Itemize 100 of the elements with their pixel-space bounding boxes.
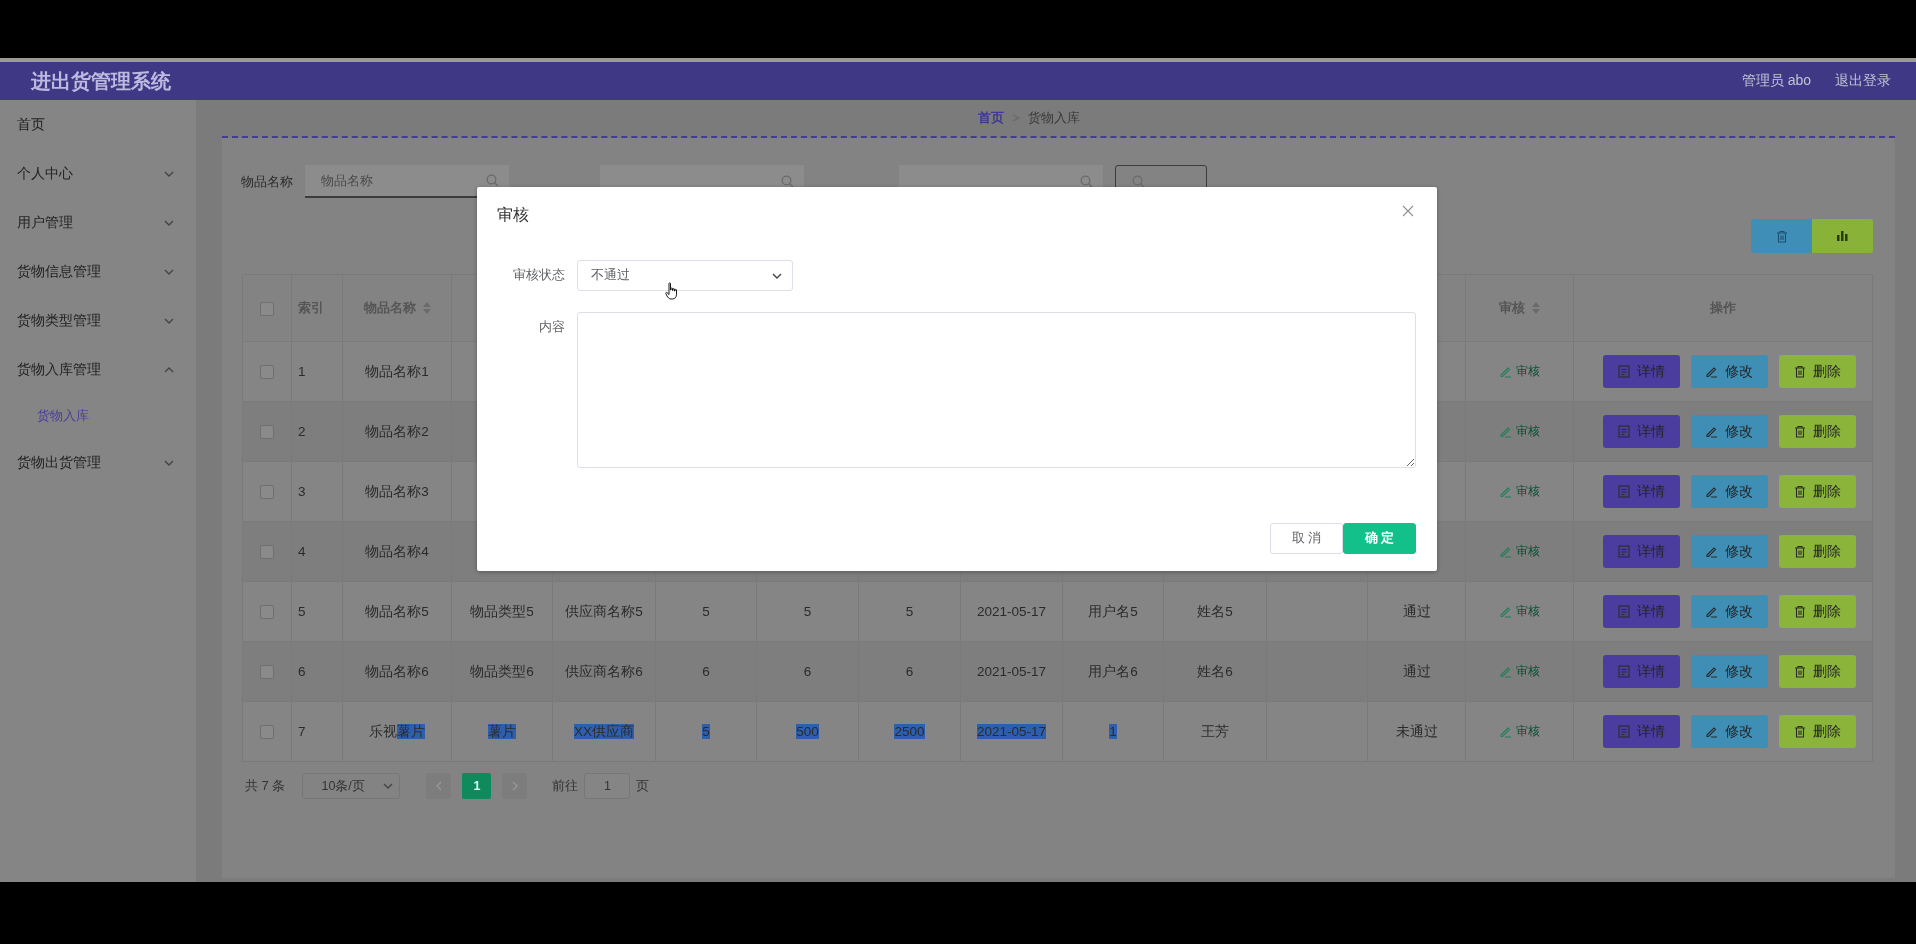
search-input[interactable]: 物品名称 — [319, 172, 483, 189]
prev-page-button[interactable] — [426, 773, 452, 799]
table-cell: 6 — [655, 641, 757, 702]
review-link[interactable]: 审核 — [1499, 422, 1540, 440]
checkbox[interactable] — [260, 605, 274, 620]
edit-button[interactable]: 修改 — [1690, 595, 1768, 628]
search-icon — [1080, 175, 1093, 188]
delete-button[interactable]: 删除 — [1778, 475, 1856, 508]
field-label: 物品名称 — [241, 172, 293, 191]
edit-button[interactable]: 修改 — [1690, 415, 1768, 448]
confirm-button[interactable]: 确 定 — [1343, 523, 1416, 554]
checkbox[interactable] — [260, 725, 274, 740]
checkbox[interactable] — [260, 665, 274, 680]
dialog-title: 审核 — [497, 205, 529, 225]
checkbox[interactable] — [260, 485, 274, 500]
delete-button[interactable]: 删除 — [1778, 715, 1856, 748]
table-cell: 2021-05-17 — [960, 641, 1063, 702]
sidebar-item[interactable]: 个人中心 — [0, 149, 196, 198]
table-cell: 通过 — [1367, 641, 1466, 702]
page-suffix: 页 — [636, 777, 650, 795]
checkbox[interactable] — [260, 425, 274, 440]
cancel-button[interactable]: 取 消 — [1270, 523, 1343, 554]
sidebar-item[interactable]: 货物类型管理 — [0, 296, 196, 345]
table-cell: 供应商名称6 — [552, 641, 656, 702]
delete-button[interactable]: 删除 — [1778, 355, 1856, 388]
chart-button[interactable] — [1812, 219, 1873, 253]
table-cell: 物品类型6 — [451, 641, 553, 702]
close-icon — [1402, 204, 1414, 217]
table-cell: 物品名称1 — [342, 341, 452, 402]
table-cell: XX供应商 — [552, 701, 656, 762]
pencil-icon — [1705, 485, 1718, 498]
table-cell: 物品名称2 — [342, 401, 452, 462]
table-cell: 通过 — [1367, 581, 1466, 642]
trash-icon — [1793, 665, 1806, 678]
logout-link[interactable]: 退出登录 — [1835, 72, 1891, 90]
sidebar-item[interactable]: 货物入库管理 — [0, 345, 196, 394]
search-icon — [781, 175, 794, 188]
page-input[interactable]: 1 — [584, 773, 631, 799]
delete-button[interactable]: 删除 — [1778, 655, 1856, 688]
edit-button[interactable]: 修改 — [1690, 655, 1768, 688]
goto-label: 前往 — [552, 777, 579, 795]
sidebar-item[interactable]: 首页 — [0, 100, 196, 149]
review-link[interactable]: 审核 — [1499, 362, 1540, 380]
status-select[interactable]: 不通过 — [577, 260, 793, 291]
edit-button[interactable]: 修改 — [1690, 355, 1768, 388]
pencil-icon — [1705, 365, 1718, 378]
delete-button[interactable]: 删除 — [1778, 415, 1856, 448]
content-field[interactable] — [577, 312, 1416, 468]
sort-icon[interactable] — [422, 302, 431, 314]
table-cell: 用户名6 — [1062, 641, 1164, 702]
trash-icon — [1793, 725, 1806, 738]
page-button[interactable]: 1 — [462, 773, 492, 799]
search-field[interactable]: 物品名称 — [305, 165, 509, 198]
table-cell: 薯片 — [451, 701, 553, 762]
trash-icon — [1793, 425, 1806, 438]
table-cell: 1 — [291, 341, 343, 402]
chevron-icon — [772, 272, 782, 279]
table-cell: 乐视薯片 — [342, 701, 452, 762]
table-cell: 物品名称5 — [342, 581, 452, 642]
pencil-icon — [1705, 725, 1718, 738]
pencil-icon — [1705, 425, 1718, 438]
user-label: 管理员 abo — [1741, 72, 1811, 90]
sidebar-item[interactable]: 用户管理 — [0, 198, 196, 247]
close-button[interactable] — [1402, 204, 1416, 219]
sidebar-item[interactable]: 货物出货管理 — [0, 438, 196, 487]
table-cell: 物品名称4 — [342, 521, 452, 582]
review-link[interactable]: 审核 — [1499, 722, 1540, 740]
document-icon — [1617, 425, 1630, 438]
delete-button[interactable]: 删除 — [1778, 535, 1856, 568]
sidebar-item[interactable]: 货物信息管理 — [0, 247, 196, 296]
page-size-select[interactable]: 10条/页 — [302, 773, 401, 799]
field-label: 内容 — [538, 319, 565, 336]
review-link[interactable]: 审核 — [1499, 602, 1540, 620]
checkbox[interactable] — [260, 365, 274, 380]
trash-icon — [1793, 485, 1806, 498]
table-cell: 5 — [756, 581, 859, 642]
delete-button[interactable]: 删除 — [1778, 595, 1856, 628]
table-cell: 6 — [291, 641, 343, 702]
table-cell: 500 — [756, 701, 859, 762]
checkbox[interactable] — [260, 545, 274, 560]
checkbox[interactable] — [260, 301, 274, 316]
chevron-right-icon — [511, 781, 518, 791]
table-cell: 5 — [858, 581, 961, 642]
review-link[interactable]: 审核 — [1499, 662, 1540, 680]
edit-button[interactable]: 修改 — [1690, 475, 1768, 508]
table-cell: 姓名5 — [1163, 581, 1267, 642]
review-link[interactable]: 审核 — [1499, 482, 1540, 500]
breadcrumb-item[interactable]: 首页 — [977, 109, 1004, 127]
table-cell: 物品名称3 — [342, 461, 452, 522]
review-link[interactable]: 审核 — [1499, 542, 1540, 560]
sort-icon[interactable] — [1532, 302, 1540, 314]
trash-icon — [1793, 365, 1806, 378]
total-count: 共 7 条 — [245, 777, 286, 795]
sidebar-subitem[interactable]: 货物入库 — [0, 394, 196, 438]
bar-chart-icon — [1837, 231, 1848, 241]
edit-button[interactable]: 修改 — [1690, 535, 1768, 568]
next-page-button[interactable] — [502, 773, 528, 799]
trash-icon — [1793, 545, 1806, 558]
table-cell: 5 — [655, 581, 757, 642]
edit-button[interactable]: 修改 — [1690, 715, 1768, 748]
